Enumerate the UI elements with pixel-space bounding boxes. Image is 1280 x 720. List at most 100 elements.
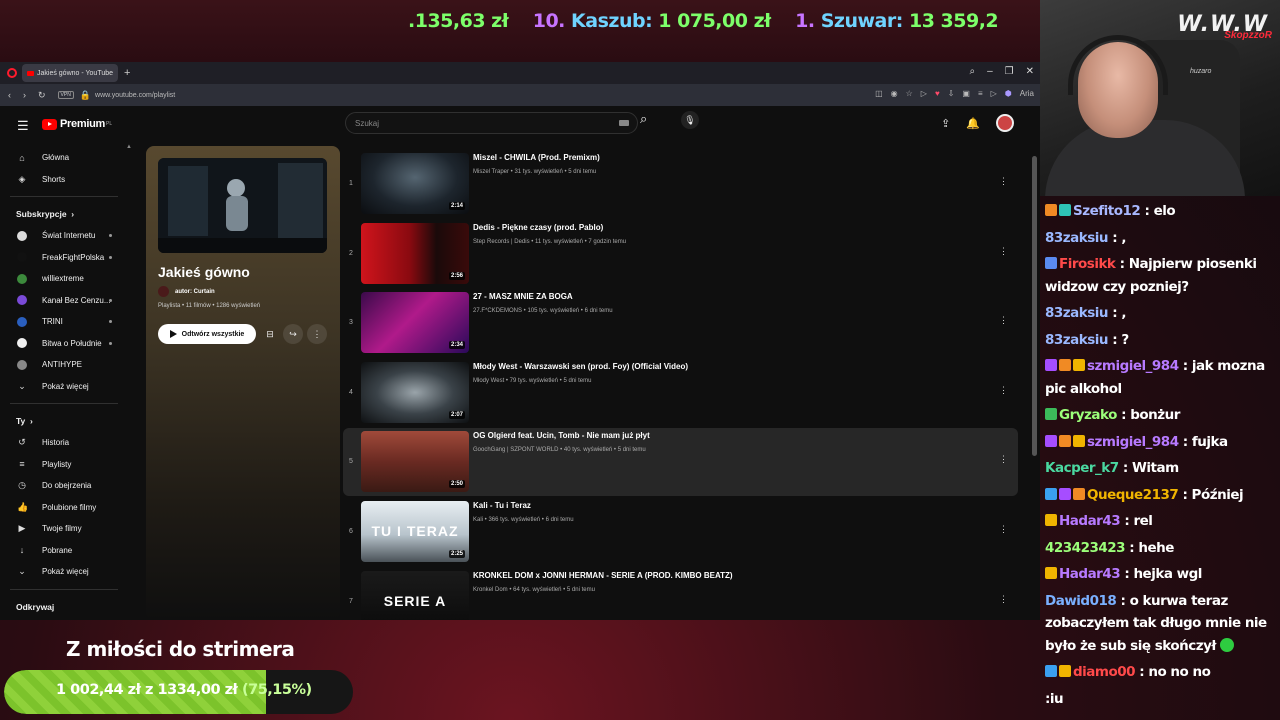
hamburger-menu-icon[interactable]: ☰ (17, 118, 29, 134)
upload-icon[interactable]: ⇪ (941, 117, 950, 130)
video-title[interactable]: OG Olgierd feat. Ucin, Tomb - Nie mam ju… (473, 431, 650, 440)
wallet-icon[interactable]: ▣ (962, 89, 970, 98)
more-options-icon[interactable]: ⋮ (307, 324, 327, 344)
player-side-icon[interactable]: ▷ (991, 89, 997, 98)
sidebar-item-chevron-down[interactable]: ⌄ Pokaż więcej (0, 561, 130, 583)
video-thumbnail[interactable]: 2:50 (361, 431, 469, 493)
more-options-icon[interactable]: ⋮ (999, 594, 1008, 605)
video-thumbnail[interactable]: SERIE A (361, 570, 469, 620)
bookmark-icon[interactable]: ☆ (906, 89, 913, 98)
more-options-icon[interactable]: ⋮ (999, 385, 1008, 396)
sidebar-item-playlists[interactable]: ≡ Playlisty (0, 454, 130, 476)
back-icon[interactable]: ‹ (8, 90, 11, 100)
chat-username[interactable]: Hadar43 (1059, 566, 1121, 582)
playlist-video-row[interactable]: 1 2:14 Miszel - CHWILA (Prod. Premixm) Misz… (343, 150, 1018, 218)
sidebar-item-subscription[interactable]: williextreme (0, 268, 130, 290)
video-thumbnail[interactable]: 2:34 (361, 292, 469, 354)
playlist-video-row[interactable]: 4 2:07 Młody West - Warszawski sen (prod. … (343, 359, 1018, 427)
chat-username[interactable]: Gryzako (1059, 407, 1117, 423)
avatar[interactable] (996, 114, 1014, 132)
more-options-icon[interactable]: ⋮ (999, 246, 1008, 257)
chat-username[interactable]: 83zaksiu (1045, 332, 1109, 348)
save-playlist-icon[interactable]: ⊟ (260, 324, 280, 344)
playlist-video-row[interactable]: 5 2:50 OG Olgierd feat. Ucin, Tomb - Nie m… (343, 428, 1018, 497)
playlist-thumbnail[interactable] (158, 158, 327, 253)
youtube-logo[interactable]: Premium PL (42, 118, 112, 130)
chat-username[interactable]: szmigiel_984 (1087, 434, 1179, 450)
microphone-icon[interactable]: 🎙 (681, 111, 699, 129)
vpn-badge[interactable]: VPN (57, 91, 74, 99)
url-field[interactable]: www.youtube.com/playlist (95, 92, 175, 99)
chat-username[interactable]: 423423423 (1045, 540, 1126, 556)
extension-icon[interactable]: ⬢ (1005, 89, 1012, 98)
sidebar-item-show-more[interactable]: ⌄ Pokaż więcej (0, 376, 130, 398)
keyboard-icon[interactable] (619, 120, 629, 126)
more-options-icon[interactable]: ⋮ (999, 454, 1008, 465)
sidebar-item-subscription[interactable]: Kanał Bez Cenzu... (0, 290, 130, 312)
playlist-author[interactable]: autor: Curtain (158, 286, 215, 297)
chat-username[interactable]: Dawid018 (1045, 593, 1117, 609)
maximize-icon[interactable]: ❐ (1005, 66, 1014, 77)
sidebar-item-shorts[interactable]: ◈ Shorts (0, 169, 130, 191)
sidebar-item-subscription[interactable]: ANTIHYPE (0, 354, 130, 376)
video-thumbnail[interactable]: 2:07 (361, 361, 469, 423)
sidebar-item-subscription[interactable]: FreakFightPolska (0, 247, 130, 269)
sidebar-scroll-up-icon[interactable]: ▲ (126, 144, 132, 150)
chat-username[interactable]: 83zaksiu (1045, 305, 1109, 321)
video-thumbnail[interactable]: 2:14 (361, 153, 469, 214)
sidebar-item-download[interactable]: ↓ Pobrane (0, 540, 130, 562)
snapshot-icon[interactable]: ◫ (875, 89, 883, 98)
playlist-video-row[interactable]: 3 2:34 27 - MASZ MNIE ZA BOGA 27.F*CKDEMONS… (343, 289, 1018, 357)
chat-username[interactable]: Hadar43 (1059, 513, 1121, 529)
subscriptions-heading[interactable]: Subskrypcje › (0, 203, 130, 225)
more-options-icon[interactable]: ⋮ (999, 524, 1008, 535)
chat-username[interactable]: Queque2137 (1087, 487, 1179, 503)
more-options-icon[interactable]: ⋮ (999, 176, 1008, 187)
search-icon[interactable]: ⌕ (640, 111, 647, 127)
sidebar-item-watch-later[interactable]: ◷ Do obejrzenia (0, 475, 130, 497)
sidebar-item-subscription[interactable]: Bitwa o Południe (0, 333, 130, 355)
search-tabs-icon[interactable]: ⌕ (969, 66, 975, 77)
aria-button[interactable]: Aria (1020, 89, 1034, 98)
playlist-video-row[interactable]: 7 SERIE A KRONKEL DOM x JONNI HERMAN - SER… (343, 568, 1018, 620)
video-title[interactable]: KRONKEL DOM x JONNI HERMAN - SERIE A (PR… (473, 571, 733, 580)
video-title[interactable]: 27 - MASZ MNIE ZA BOGA (473, 292, 573, 301)
video-title[interactable]: Młody West - Warszawski sen (prod. Foy) … (473, 362, 688, 371)
chat-username[interactable]: Szefito12 (1073, 203, 1141, 219)
video-title[interactable]: Kali - Tu i Teraz (473, 501, 531, 510)
notifications-icon[interactable]: 🔔 (966, 117, 980, 130)
you-heading[interactable]: Ty › (0, 410, 130, 432)
search-input[interactable]: Szukaj (345, 112, 638, 134)
sidebar-item-subscription[interactable]: TRINI (0, 311, 130, 333)
browser-tab[interactable]: Jakieś gówno - YouTube (22, 64, 118, 82)
chat-username[interactable]: szmigiel_984 (1087, 358, 1179, 374)
video-thumbnail[interactable]: TU I TERAZ 2:25 (361, 501, 469, 562)
sidebar-item-history[interactable]: ↺ Historia (0, 432, 130, 454)
video-thumbnail[interactable]: 2:56 (361, 222, 469, 284)
chat-username[interactable]: 83zaksiu (1045, 230, 1109, 246)
new-tab-icon[interactable]: + (124, 67, 130, 79)
heart-icon[interactable]: ♥ (935, 89, 940, 98)
forward-icon[interactable]: › (23, 90, 26, 100)
video-title[interactable]: Dedis - Piękne czasy (prod. Pablo) (473, 223, 603, 232)
playlist-video-row[interactable]: 6 TU I TERAZ 2:25 Kali - Tu i Teraz Kali • 3… (343, 498, 1018, 566)
minimize-icon[interactable]: – (987, 66, 993, 77)
player-icon[interactable]: ▷ (921, 89, 927, 98)
chat-username[interactable]: Firosikk (1059, 256, 1116, 272)
play-all-button[interactable]: Odtwórz wszystkie (158, 324, 256, 344)
playlist-video-row[interactable]: 2 2:56 Dedis - Piękne czasy (prod. Pablo) S… (343, 220, 1018, 288)
chat-username[interactable]: diamo00 (1073, 664, 1136, 680)
video-title[interactable]: Miszel - CHWILA (Prod. Premixm) (473, 153, 600, 162)
close-icon[interactable]: ✕ (1026, 66, 1034, 77)
sidebar-item-subscription[interactable]: Świat Internetu (0, 225, 130, 247)
sidebar-item-home[interactable]: ⌂ Główna (0, 147, 130, 169)
share-icon[interactable]: ↪ (283, 324, 303, 344)
menu-icon[interactable]: ≡ (978, 89, 983, 98)
page-scrollbar[interactable] (1032, 156, 1037, 456)
reload-icon[interactable]: ↻ (38, 90, 46, 101)
download-icon[interactable]: ⇩ (948, 89, 955, 98)
sidebar-item-your-videos[interactable]: ▶ Twoje filmy (0, 518, 130, 540)
more-options-icon[interactable]: ⋮ (999, 315, 1008, 326)
camera-icon[interactable]: ◉ (891, 89, 898, 98)
sidebar-item-liked[interactable]: 👍 Polubione filmy (0, 497, 130, 519)
